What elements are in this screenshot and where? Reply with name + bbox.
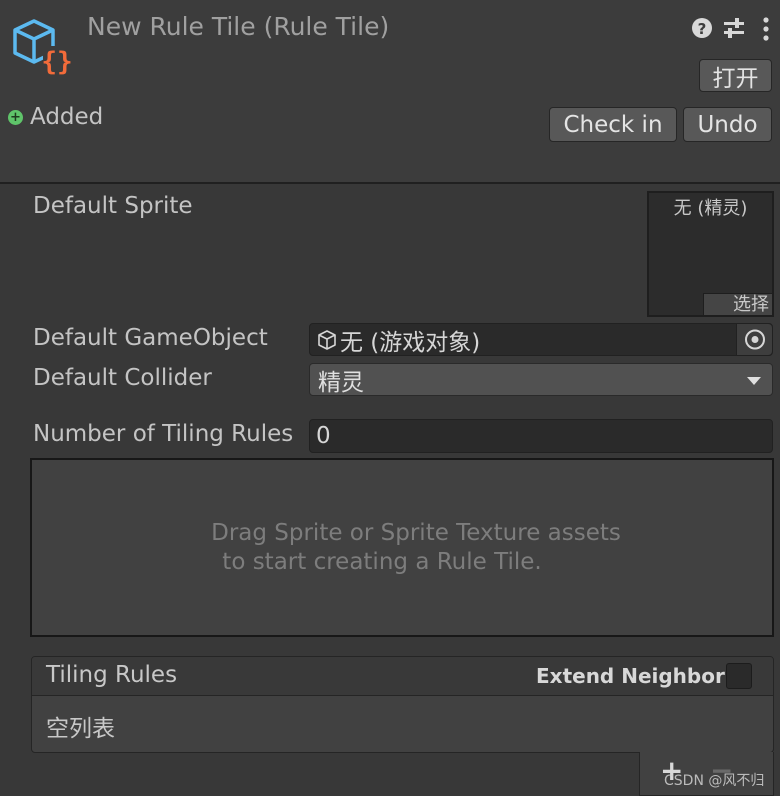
default-gameobject-label: Default GameObject (33, 325, 268, 351)
default-gameobject-field[interactable]: 无 (游戏对象) (309, 323, 773, 356)
default-sprite-label: Default Sprite (33, 193, 193, 219)
sprite-none-text: 无 (精灵) (673, 198, 748, 219)
gameobject-cube-icon (316, 329, 338, 351)
default-sprite-field[interactable]: 无 (精灵) 选择 (647, 191, 774, 317)
drop-zone-hint-line1: Drag Sprite or Sprite Texture assets (211, 520, 621, 546)
check-in-button[interactable]: Check in (549, 107, 677, 142)
open-button[interactable]: 打开 (699, 59, 772, 92)
extend-neighbor-label: Extend Neighbor (536, 664, 725, 688)
gameobject-value: 无 (游戏对象) (340, 329, 481, 356)
svg-text:?: ? (698, 20, 707, 38)
undo-button[interactable]: Undo (683, 107, 772, 142)
tiling-rules-header-label: Tiling Rules (46, 662, 178, 688)
vcs-status-label: Added (30, 104, 104, 130)
default-collider-dropdown[interactable]: 精灵 (309, 363, 773, 396)
tiling-rules-list: Tiling Rules Extend Neighbor 空列表 (31, 656, 774, 753)
more-options-icon[interactable] (760, 16, 772, 42)
sprite-drop-zone[interactable]: Drag Sprite or Sprite Texture assets to … (30, 458, 774, 637)
drop-zone-hint: Drag Sprite or Sprite Texture assets to … (32, 519, 772, 577)
preset-settings-icon[interactable] (722, 16, 746, 40)
header-divider (0, 182, 780, 184)
chevron-down-icon (744, 373, 764, 387)
tiling-rules-count-input[interactable]: 0 (309, 419, 773, 453)
watermark-text: CSDN @风不归 (664, 773, 765, 789)
added-status-icon: + (8, 109, 23, 125)
object-picker-icon[interactable] (736, 324, 772, 355)
asset-title: New Rule Tile (Rule Tile) (87, 12, 390, 41)
tiling-rules-list-header: Tiling Rules Extend Neighbor (32, 657, 773, 696)
help-icon[interactable]: ? (690, 14, 714, 42)
collider-value: 精灵 (318, 369, 364, 396)
svg-text:{}: {} (41, 47, 72, 77)
rule-tile-asset-icon: {} (10, 16, 74, 78)
default-collider-label: Default Collider (33, 365, 212, 391)
empty-list-text: 空列表 (46, 716, 115, 742)
sprite-select-button[interactable]: 选择 (703, 293, 772, 315)
drop-zone-hint-line2: to start creating a Rule Tile. (222, 549, 542, 575)
extend-neighbor-checkbox[interactable] (726, 663, 752, 689)
tiling-rules-count-label: Number of Tiling Rules (33, 421, 294, 447)
vcs-status: + Added (8, 104, 103, 130)
